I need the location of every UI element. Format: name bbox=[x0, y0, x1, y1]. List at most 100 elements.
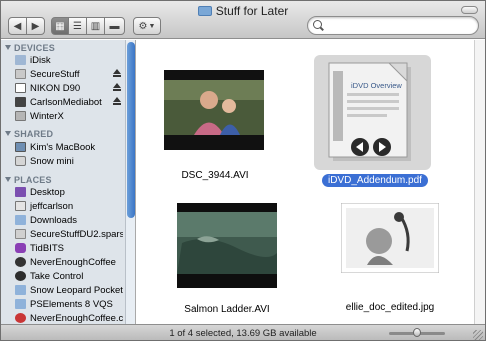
gear-icon: ⚙ bbox=[138, 20, 148, 32]
status-bar: 1 of 4 selected, 13.69 GB available bbox=[1, 324, 485, 340]
sidebar-item-neverenoughcoffee-com[interactable]: NeverEnoughCoffee.com bbox=[15, 311, 123, 324]
list-view-icon: ☰ bbox=[73, 20, 82, 32]
search-icon bbox=[313, 20, 322, 29]
pdf-document-icon bbox=[328, 62, 411, 161]
photo-thumbnail-icon bbox=[340, 202, 440, 274]
window-title-text: Stuff for Later bbox=[215, 4, 289, 18]
eject-icon[interactable] bbox=[113, 97, 121, 105]
toolbar-toggle-button[interactable] bbox=[461, 6, 478, 14]
sidebar-heading-shared[interactable]: SHARED bbox=[5, 129, 53, 139]
sidebar-item-label: SecureStuff bbox=[30, 68, 80, 80]
icon-size-slider-knob[interactable] bbox=[413, 328, 421, 337]
folder-icon bbox=[15, 285, 26, 295]
icon-size-slider[interactable] bbox=[389, 328, 445, 337]
icon-view-button[interactable]: ▦ bbox=[51, 17, 69, 35]
video-thumbnail-icon bbox=[164, 70, 264, 150]
sidebar-item-label: CarlsonMediabot bbox=[30, 96, 102, 108]
sidebar-heading-label: SHARED bbox=[14, 129, 54, 139]
sidebar-item-label: TidBITS bbox=[30, 242, 64, 254]
list-view-button[interactable]: ☰ bbox=[68, 17, 87, 35]
sidebar-item-take-control[interactable]: Take Control bbox=[15, 269, 123, 283]
coverflow-view-icon: ▬ bbox=[109, 20, 120, 32]
toolbar: Stuff for Later ◀ ▶ ▦ ☰ ▥ ▬ ⚙ ▼ bbox=[1, 1, 485, 39]
back-arrow-icon: ◀ bbox=[13, 20, 22, 32]
sidebar-item-label: NeverEnoughCoffee.com bbox=[30, 312, 123, 324]
sidebar-item-carlsonmediabot[interactable]: CarlsonMediabot bbox=[15, 95, 123, 109]
column-view-button[interactable]: ▥ bbox=[86, 17, 105, 35]
video-thumbnail-icon bbox=[177, 203, 277, 288]
tidbits-icon bbox=[15, 243, 26, 253]
sidebar-item-tidbits[interactable]: TidBITS bbox=[15, 241, 123, 255]
hard-drive-icon bbox=[15, 111, 26, 121]
sidebar-scrollbar[interactable] bbox=[125, 40, 135, 324]
chevron-down-icon: ▼ bbox=[148, 22, 156, 30]
back-button[interactable]: ◀ bbox=[8, 17, 27, 35]
file-name-label[interactable]: DSC_3944.AVI bbox=[165, 170, 265, 181]
sidebar-heading-label: DEVICES bbox=[14, 43, 55, 53]
sidebar-item-nikon-d90[interactable]: NIKON D90 bbox=[15, 81, 123, 95]
file-name-label[interactable]: ellie_doc_edited.jpg bbox=[340, 302, 440, 313]
content-scrollbar[interactable] bbox=[474, 40, 485, 324]
sidebar-heading-devices[interactable]: DEVICES bbox=[5, 43, 55, 53]
sidebar-item-label: jeffcarlson bbox=[30, 200, 74, 212]
file-item-ellie-doc-edited[interactable] bbox=[340, 202, 440, 274]
home-icon bbox=[15, 201, 26, 211]
external-drive-icon bbox=[15, 97, 26, 107]
file-item-idvd-addendum[interactable]: iDVD Overview bbox=[327, 61, 417, 163]
sidebar-item-snow-mini[interactable]: Snow mini bbox=[15, 154, 123, 168]
desktop-icon bbox=[15, 187, 26, 197]
sidebar-item-idisk[interactable]: iDisk bbox=[15, 53, 123, 67]
sidebar-item-jeffcarlson[interactable]: jeffcarlson bbox=[15, 199, 123, 213]
disclosure-triangle-icon bbox=[5, 177, 11, 182]
sidebar-item-label: Snow mini bbox=[30, 155, 74, 167]
coffee-icon bbox=[15, 257, 26, 267]
coverflow-view-button[interactable]: ▬ bbox=[104, 17, 125, 35]
sidebar-item-label: Take Control bbox=[30, 270, 84, 282]
disclosure-triangle-icon bbox=[5, 131, 11, 136]
resize-grip[interactable] bbox=[473, 330, 483, 340]
sidebar-heading-places[interactable]: PLACES bbox=[5, 175, 52, 185]
eject-icon[interactable] bbox=[113, 69, 121, 77]
sidebar-scroll-thumb[interactable] bbox=[127, 42, 135, 218]
sidebar-item-securestuffdu2[interactable]: SecureStuffDU2.spars… bbox=[15, 227, 123, 241]
sidebar-item-neverenoughcoffee[interactable]: NeverEnoughCoffee bbox=[15, 255, 123, 269]
take-control-icon bbox=[15, 271, 26, 281]
idisk-icon bbox=[15, 55, 26, 65]
coffee-cup-icon bbox=[15, 313, 26, 323]
file-name-label[interactable]: Salmon Ladder.AVI bbox=[177, 304, 277, 315]
search-input[interactable] bbox=[326, 19, 471, 32]
search-field[interactable] bbox=[307, 16, 479, 35]
sidebar-item-label: iDisk bbox=[30, 54, 51, 66]
sidebar-heading-label: PLACES bbox=[14, 175, 52, 185]
folder-icon bbox=[15, 299, 26, 309]
eject-icon[interactable] bbox=[113, 83, 121, 91]
icon-view-icon: ▦ bbox=[55, 20, 65, 32]
action-menu-button[interactable]: ⚙ ▼ bbox=[133, 17, 161, 35]
file-item-dsc-3944[interactable] bbox=[164, 70, 264, 150]
disclosure-triangle-icon bbox=[5, 45, 11, 50]
sidebar-item-label: WinterX bbox=[30, 110, 64, 122]
sidebar-item-label: NeverEnoughCoffee bbox=[30, 256, 116, 268]
column-view-icon: ▥ bbox=[90, 20, 101, 32]
sidebar-item-securestuff[interactable]: SecureStuff bbox=[15, 67, 123, 81]
file-item-salmon-ladder[interactable] bbox=[177, 203, 277, 288]
finder-window: Stuff for Later ◀ ▶ ▦ ☰ ▥ ▬ ⚙ ▼ DEVICES … bbox=[0, 0, 486, 341]
sidebar-item-label: PSElements 8 VQS bbox=[30, 298, 113, 310]
folder-icon bbox=[197, 6, 212, 16]
forward-arrow-icon: ▶ bbox=[31, 20, 40, 32]
sidebar: DEVICES iDisk SecureStuff NIKON D90 Carl… bbox=[1, 40, 136, 324]
sidebar-item-pselements-8-vqs[interactable]: PSElements 8 VQS bbox=[15, 297, 123, 311]
sidebar-item-label: NIKON D90 bbox=[30, 82, 81, 94]
sidebar-item-kims-macbook[interactable]: Kim's MacBook bbox=[15, 140, 123, 154]
sidebar-item-label: Desktop bbox=[30, 186, 65, 198]
sidebar-item-label: Snow Leopard Pocket … bbox=[30, 284, 123, 296]
sidebar-item-downloads[interactable]: Downloads bbox=[15, 213, 123, 227]
file-name-label-selected[interactable]: iDVD_Addendum.pdf bbox=[322, 174, 428, 187]
sidebar-item-winterx[interactable]: WinterX bbox=[15, 109, 123, 123]
laptop-icon bbox=[15, 142, 26, 152]
sidebar-item-label: Downloads bbox=[30, 214, 77, 226]
sidebar-item-snow-leopard-pocket[interactable]: Snow Leopard Pocket … bbox=[15, 283, 123, 297]
sidebar-item-desktop[interactable]: Desktop bbox=[15, 185, 123, 199]
forward-button[interactable]: ▶ bbox=[26, 17, 45, 35]
camera-drive-icon bbox=[15, 83, 26, 93]
